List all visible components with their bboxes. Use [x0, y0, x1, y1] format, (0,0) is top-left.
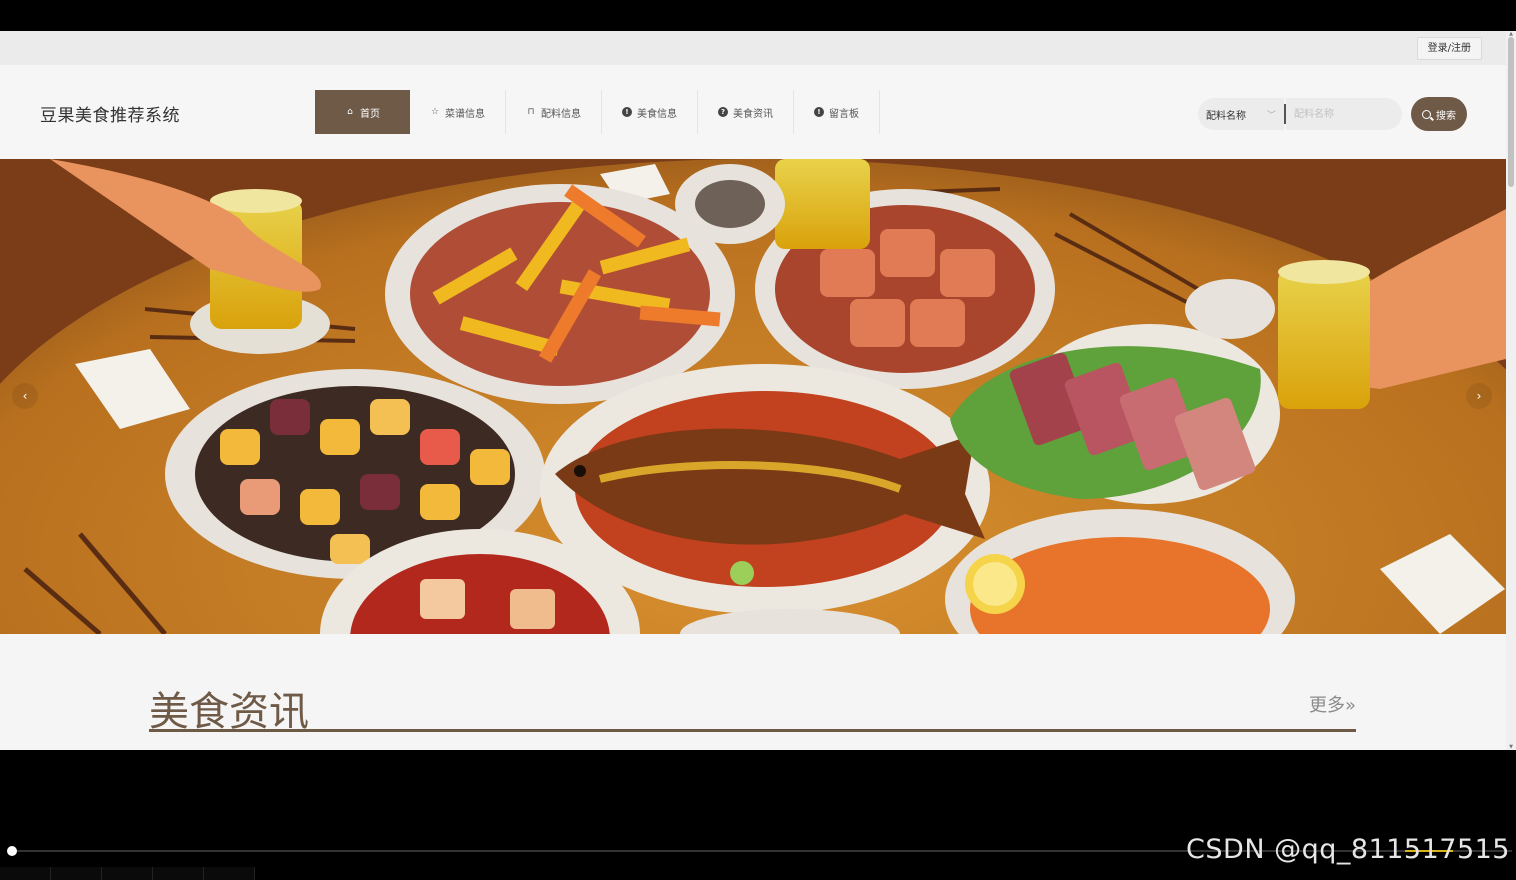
- video-player-controls: CSDN @qq_811517515: [0, 750, 1516, 880]
- nav-item-label: 美食资讯: [733, 108, 773, 120]
- nav-item-recipes[interactable]: ☆ 菜谱信息: [410, 90, 506, 134]
- nav-item-label: 配料信息: [541, 108, 581, 120]
- hero-banner: ‹ ›: [0, 159, 1506, 634]
- nav-item-label: 美食信息: [637, 108, 677, 120]
- control-row: [0, 867, 1516, 880]
- browser-viewport: 登录/注册 豆果美食推荐系统 ⌂ 首页 ☆ 菜谱信息 ⊓ 配料信息 ! 美食信息…: [0, 31, 1516, 750]
- control-cell[interactable]: [102, 867, 153, 880]
- question-icon: ?: [718, 107, 728, 117]
- progress-knob[interactable]: [7, 846, 17, 856]
- login-register-button[interactable]: 登录/注册: [1416, 37, 1482, 60]
- control-cell[interactable]: [204, 867, 255, 880]
- control-cell[interactable]: [153, 867, 204, 880]
- nav-item-label: 菜谱信息: [445, 108, 485, 120]
- bag-icon: ⊓: [527, 107, 535, 117]
- nav-item-ingredients[interactable]: ⊓ 配料信息: [506, 90, 602, 134]
- nav-item-label: 留言板: [829, 108, 859, 120]
- control-cell[interactable]: [0, 867, 51, 880]
- search-button[interactable]: 搜索: [1411, 97, 1467, 131]
- more-link[interactable]: 更多»: [1309, 691, 1356, 717]
- home-icon: ⌂: [347, 107, 353, 117]
- search-input[interactable]: [1286, 98, 1402, 130]
- section-underline: [149, 729, 1356, 732]
- search-area: 配料名称 ﹀ 搜索: [1198, 97, 1467, 131]
- nav-item-message-board[interactable]: ! 留言板: [794, 90, 880, 134]
- food-table-illustration: [0, 159, 1506, 634]
- search-icon: [1422, 109, 1431, 119]
- star-icon: ☆: [430, 107, 440, 117]
- info-icon: !: [814, 107, 824, 117]
- scroll-thumb[interactable]: [1508, 37, 1514, 187]
- banner-next-arrow[interactable]: ›: [1466, 383, 1492, 409]
- top-bar: 登录/注册: [0, 31, 1506, 65]
- search-select-value: 配料名称: [1206, 110, 1246, 122]
- banner-prev-arrow[interactable]: ‹: [12, 383, 38, 409]
- search-button-label: 搜索: [1436, 110, 1456, 122]
- control-cell[interactable]: [51, 867, 102, 880]
- page-scrollbar[interactable]: ▲ ▼: [1506, 31, 1516, 750]
- food-news-section: 美食资讯 更多»: [149, 671, 1356, 735]
- search-field-select[interactable]: 配料名称 ﹀: [1198, 98, 1284, 130]
- site-header: 豆果美食推荐系统 ⌂ 首页 ☆ 菜谱信息 ⊓ 配料信息 ! 美食信息 ? 美食资…: [0, 65, 1506, 160]
- info-icon: !: [622, 107, 632, 117]
- csdn-watermark: CSDN @qq_811517515: [1186, 834, 1510, 865]
- nav-item-home[interactable]: ⌂ 首页: [315, 90, 410, 134]
- nav-item-food-news[interactable]: ? 美食资讯: [698, 90, 794, 134]
- site-title: 豆果美食推荐系统: [40, 106, 180, 126]
- chevron-down-icon: ﹀: [1266, 110, 1276, 121]
- nav-item-food-info[interactable]: ! 美食信息: [602, 90, 698, 134]
- main-nav: ⌂ 首页 ☆ 菜谱信息 ⊓ 配料信息 ! 美食信息 ? 美食资讯 ! 留言板: [315, 90, 880, 134]
- nav-item-label: 首页: [360, 108, 380, 120]
- screen-top-border: [0, 0, 1516, 31]
